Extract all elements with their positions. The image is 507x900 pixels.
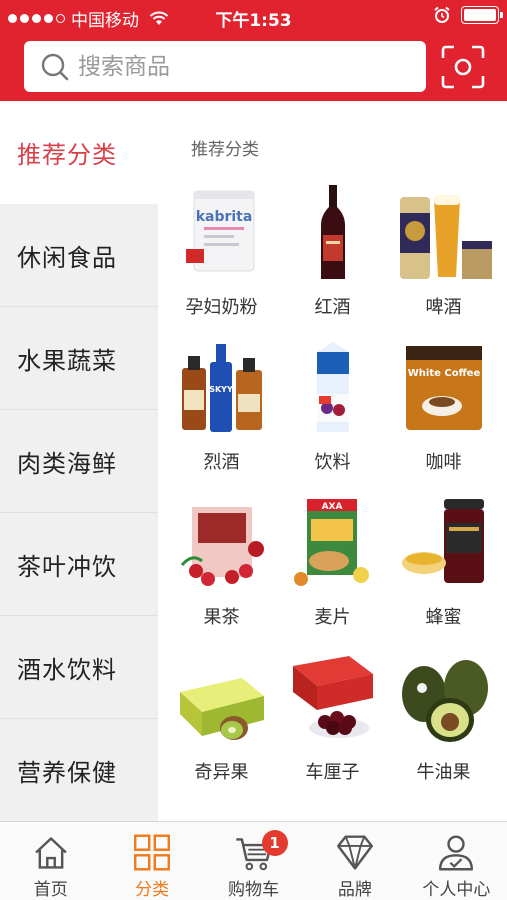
spirits-bottles-image: SKYY xyxy=(172,338,272,438)
category-tile-kiwi[interactable]: 奇异果 xyxy=(166,648,277,783)
sidebar-item-snacks[interactable]: 休闲食品 xyxy=(0,204,158,307)
category-label: 牛油果 xyxy=(416,762,471,783)
section-title: 推荐分类 xyxy=(191,140,259,160)
sidebar-item-fruits-vegetables[interactable]: 水果蔬菜 xyxy=(0,307,158,410)
svg-text:kabrita: kabrita xyxy=(195,209,252,225)
svg-text:White Coffee: White Coffee xyxy=(407,368,480,379)
category-tile-beer[interactable]: 啤酒 xyxy=(388,183,499,318)
juice-carton-image xyxy=(283,338,383,438)
category-label: 咖啡 xyxy=(425,452,462,473)
sidebar-item-label: 茶叶冲饮 xyxy=(17,552,117,581)
user-icon xyxy=(439,835,474,871)
sidebar-item-recommended[interactable]: 推荐分类 xyxy=(0,101,158,204)
sidebar-item-label: 水果蔬菜 xyxy=(17,346,117,375)
sidebar-item-label: 推荐分类 xyxy=(17,141,117,169)
search-input[interactable] xyxy=(78,53,398,80)
alarm-icon xyxy=(434,6,450,23)
search-icon xyxy=(41,53,69,80)
tab-label: 购物车 xyxy=(228,880,280,900)
category-content: 推荐分类 kabrita 孕妇奶粉 红酒 啤酒 SKYY 烈酒 饮料 White… xyxy=(158,101,507,821)
sidebar-item-meat-seafood[interactable]: 肉类海鲜 xyxy=(0,410,158,513)
formula-can-image: kabrita xyxy=(172,183,272,283)
tab-brand[interactable]: 品牌 xyxy=(304,822,405,900)
honey-jar-image xyxy=(394,493,494,593)
beer-image xyxy=(394,183,494,283)
category-sidebar: 推荐分类 休闲食品 水果蔬菜 肉类海鲜 茶叶冲饮 酒水饮料 营养保健 xyxy=(0,101,158,822)
home-icon xyxy=(34,837,67,869)
category-label: 蜂蜜 xyxy=(425,607,462,628)
battery-icon xyxy=(461,6,503,24)
tab-label: 首页 xyxy=(33,880,68,900)
tab-label: 个人中心 xyxy=(422,880,491,900)
category-label: 啤酒 xyxy=(425,297,462,318)
app-header: 中国移动 下午1:53 xyxy=(0,0,507,101)
sidebar-item-label: 肉类海鲜 xyxy=(17,449,117,478)
status-bar: 中国移动 下午1:53 xyxy=(0,0,507,34)
category-grid: kabrita 孕妇奶粉 红酒 啤酒 SKYY 烈酒 饮料 White Coff… xyxy=(166,183,499,783)
status-right xyxy=(433,6,503,24)
fruit-tea-box-image xyxy=(172,493,272,593)
category-tile-beverages[interactable]: 饮料 xyxy=(277,338,388,473)
sidebar-item-health[interactable]: 营养保健 xyxy=(0,719,158,822)
svg-text:SKYY: SKYY xyxy=(209,385,233,394)
category-tile-cherries[interactable]: 车厘子 xyxy=(277,648,388,783)
category-label: 红酒 xyxy=(314,297,351,318)
category-tile-fruit-tea[interactable]: 果茶 xyxy=(166,493,277,628)
category-label: 孕妇奶粉 xyxy=(185,297,258,318)
kiwi-box-image xyxy=(172,648,272,748)
sidebar-item-tea-drinks[interactable]: 茶叶冲饮 xyxy=(0,513,158,616)
scan-icon[interactable] xyxy=(440,44,486,90)
category-tile-spirits[interactable]: SKYY 烈酒 xyxy=(166,338,277,473)
tab-label: 品牌 xyxy=(337,880,372,900)
tab-category[interactable]: 分类 xyxy=(101,822,202,900)
tab-home[interactable]: 首页 xyxy=(0,822,101,900)
category-tile-cereal[interactable]: AXA 麦片 xyxy=(277,493,388,628)
sidebar-item-label: 酒水饮料 xyxy=(17,655,117,684)
category-tile-avocado[interactable]: 牛油果 xyxy=(388,648,499,783)
category-label: 车厘子 xyxy=(305,762,360,783)
svg-text:AXA: AXA xyxy=(321,502,342,512)
cart-badge: 1 xyxy=(261,830,288,856)
search-bar[interactable] xyxy=(24,41,426,92)
coffee-bag-image: White Coffee xyxy=(394,338,494,438)
sidebar-item-label: 营养保健 xyxy=(17,758,117,787)
category-label: 饮料 xyxy=(314,452,351,473)
category-tile-red-wine[interactable]: 红酒 xyxy=(277,183,388,318)
tab-label: 分类 xyxy=(135,880,170,900)
status-time: 下午1:53 xyxy=(215,11,292,31)
category-label: 烈酒 xyxy=(203,452,240,473)
avocado-image xyxy=(394,648,494,748)
category-label: 奇异果 xyxy=(194,762,249,783)
category-grid-icon xyxy=(134,834,171,871)
category-tile-honey[interactable]: 蜂蜜 xyxy=(388,493,499,628)
sidebar-item-alcohol-beverages[interactable]: 酒水饮料 xyxy=(0,616,158,719)
red-wine-bottle-image xyxy=(283,183,383,283)
cereal-box-image: AXA xyxy=(283,493,383,593)
category-tile-formula[interactable]: kabrita 孕妇奶粉 xyxy=(166,183,277,318)
tab-profile[interactable]: 个人中心 xyxy=(406,822,507,900)
cherries-image xyxy=(283,648,383,748)
sidebar-item-label: 休闲食品 xyxy=(17,243,117,272)
category-label: 麦片 xyxy=(314,607,351,628)
category-tile-coffee[interactable]: White Coffee 咖啡 xyxy=(388,338,499,473)
bottom-tab-bar: 首页 分类 1 购物车 品牌 个人中心 xyxy=(0,821,507,900)
tab-cart[interactable]: 1 购物车 xyxy=(203,822,304,900)
diamond-icon xyxy=(336,835,373,870)
category-label: 果茶 xyxy=(203,607,240,628)
